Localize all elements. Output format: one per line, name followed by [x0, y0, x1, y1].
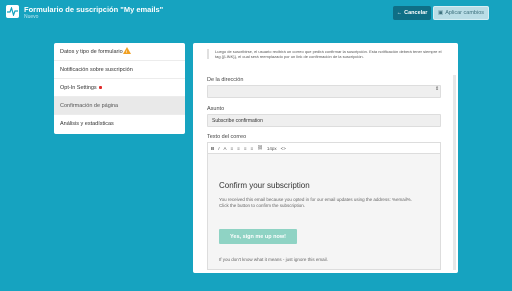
link-icon[interactable]: ⛓	[257, 145, 263, 151]
align-right-icon[interactable]: ≡	[250, 146, 253, 151]
from-address-label: De la dirección	[207, 77, 244, 83]
top-bar: Formulario de suscripción "My emails" Nu…	[0, 0, 512, 27]
info-text: Luego de suscribirse, el usuario recibir…	[207, 49, 443, 59]
editor-toolbar: B I A ≡ ≡ ≡ ≡ ⛓ 14px <>	[207, 142, 441, 153]
email-editor[interactable]	[207, 153, 441, 270]
bold-icon[interactable]: B	[211, 146, 214, 151]
sidebar-item-label: Análisis y estadísticas	[60, 121, 114, 127]
from-address-select[interactable]	[207, 85, 441, 98]
arrow-left-icon: ←	[396, 10, 403, 16]
sidebar-item-label: Notificación sobre suscripción	[60, 66, 133, 73]
sidebar-item-form-data[interactable]: Datos y tipo de formulario	[54, 43, 185, 61]
email-body-line: Click the button to confirm the subscrip…	[219, 203, 306, 208]
app-logo-icon	[6, 5, 19, 18]
sidebar-item-label: Confirmación de página	[60, 102, 119, 109]
alert-badge-icon	[98, 86, 102, 89]
panel-scrollbar[interactable]	[453, 75, 456, 270]
sidebar-item-label: Datos y tipo de formulario	[60, 48, 123, 55]
italic-icon[interactable]: I	[218, 146, 219, 151]
email-footer: If you don't know what it means - just i…	[219, 257, 328, 262]
apply-button-label: Aplicar cambios	[445, 10, 485, 16]
email-body: You received this email because you opte…	[219, 197, 419, 209]
chevron-updown-icon: ⇕	[435, 86, 440, 92]
body-label: Texto del correo	[207, 134, 247, 140]
cancel-button[interactable]: ← Cancelar	[393, 6, 431, 20]
text-color-icon[interactable]: A	[224, 146, 227, 151]
settings-sidebar: Datos y tipo de formulario Notificación …	[54, 43, 185, 134]
sidebar-item-label: Opt-In Settings	[60, 84, 97, 91]
sidebar-item-opt-in[interactable]: Opt-In Settings	[54, 79, 185, 97]
align-center-icon[interactable]: ≡	[244, 146, 247, 151]
sidebar-item-confirmation[interactable]: Confirmación de página	[54, 97, 185, 115]
sidebar-item-analytics[interactable]: Análisis y estadísticas	[54, 115, 185, 133]
apply-changes-button[interactable]: ▣ Aplicar cambios	[433, 6, 489, 20]
source-code-icon[interactable]: <>	[281, 146, 286, 151]
email-confirm-button[interactable]: Yes, sign me up now!	[219, 229, 297, 244]
font-size-select[interactable]: 14px	[267, 146, 277, 151]
page-subtitle: Nuevo	[24, 14, 39, 20]
list-icon[interactable]: ≡	[231, 146, 234, 151]
sidebar-item-notification[interactable]: Notificación sobre suscripción	[54, 61, 185, 79]
align-left-icon[interactable]: ≡	[237, 146, 240, 151]
cancel-button-label: Cancelar	[404, 10, 428, 16]
subject-label: Asunto	[207, 106, 225, 112]
email-heading: Confirm your subscription	[219, 181, 310, 190]
subject-input[interactable]: Subscribe confirmation	[207, 114, 441, 127]
page-title: Formulario de suscripción "My emails"	[24, 5, 164, 14]
save-icon: ▣	[437, 10, 444, 16]
warning-mark: !	[126, 49, 128, 54]
